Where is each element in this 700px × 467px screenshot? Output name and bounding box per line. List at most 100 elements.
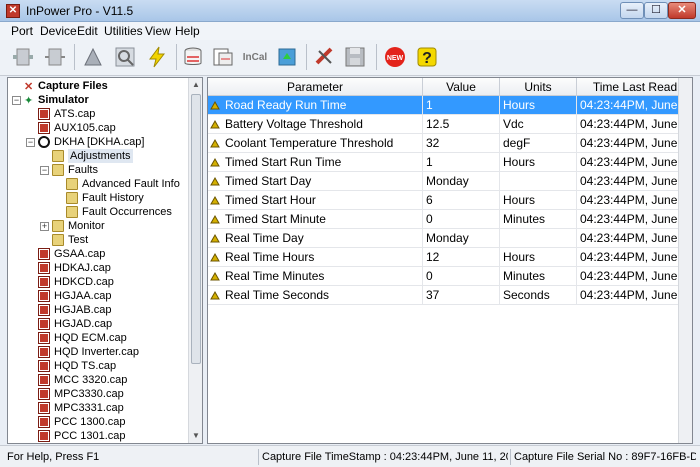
capture-file-icon xyxy=(38,332,50,344)
column-header-value[interactable]: Value xyxy=(423,78,500,96)
tree-item[interactable]: Fault History xyxy=(8,191,188,205)
toolbar-separator xyxy=(376,44,377,70)
disconnect-icon[interactable] xyxy=(40,42,70,72)
tree-item[interactable]: GSAA.cap xyxy=(8,247,188,261)
incal-button[interactable]: InCal xyxy=(240,42,270,72)
cell-value[interactable]: 12 xyxy=(423,248,500,267)
minimize-button[interactable]: — xyxy=(620,2,644,19)
column-header-units[interactable]: Units xyxy=(500,78,577,96)
cell-units: Hours xyxy=(500,96,577,115)
menu-help[interactable]: Help xyxy=(175,24,200,38)
folder-icon xyxy=(66,178,78,190)
collapse-icon[interactable]: − xyxy=(40,166,49,175)
tree-item[interactable]: − Faults xyxy=(8,163,188,177)
menu-utilities[interactable]: Utilities xyxy=(104,24,143,38)
tree-item[interactable]: Adjustments xyxy=(8,149,188,163)
app-icon: ✕ xyxy=(6,4,20,18)
capture-file-icon xyxy=(38,374,50,386)
table-row[interactable]: Real Time Hours12Hours04:23:44PM, June 1… xyxy=(208,248,692,267)
tree-item-label: AUX105.cap xyxy=(54,122,116,134)
new-icon[interactable]: NEW xyxy=(380,42,410,72)
tree-item[interactable]: MPC3331.cap xyxy=(8,401,188,415)
column-header-parameter[interactable]: Parameter xyxy=(208,78,423,96)
tree-item-label: ATS.cap xyxy=(54,108,96,120)
table-row[interactable]: Real Time Minutes 0 Minutes 04:23:44PM, Jun… xyxy=(208,267,692,286)
tree-scrollbar[interactable]: ▲ ▼ xyxy=(188,78,202,443)
cell-time: 04:23:44PM, June 11, 2008 xyxy=(577,229,692,248)
fault-icon[interactable] xyxy=(310,42,340,72)
maximize-button[interactable]: ☐ xyxy=(644,2,668,19)
tree-item[interactable]: HGJAB.cap xyxy=(8,303,188,317)
table-row[interactable]: Road Ready Run Time 1 Hours 04:23:44PM, Jun… xyxy=(208,96,692,115)
capture-file-icon xyxy=(38,402,50,414)
scroll-thumb[interactable] xyxy=(191,94,201,364)
tree-item[interactable]: HDKCD.cap xyxy=(8,275,188,289)
cell-value[interactable]: 0 xyxy=(423,267,500,286)
download-icon[interactable] xyxy=(272,42,302,72)
help-icon[interactable]: ? xyxy=(412,42,442,72)
scroll-up-arrow[interactable]: ▲ xyxy=(189,78,202,92)
table-row[interactable]: Timed Start DayMonday 04:23:44PM, June 11… xyxy=(208,172,692,191)
table-row[interactable]: Timed Start Run Time 1 Hours 04:23:44PM, Ju… xyxy=(208,153,692,172)
tree-item[interactable]: PCC 1300.cap xyxy=(8,415,188,429)
cell-parameter: Coolant Temperature Threshold xyxy=(222,134,423,153)
tree-item-label: Advanced Fault Info xyxy=(82,178,180,190)
table-row[interactable]: Timed Start Minute 0 Minutes 04:23:44PM, Ju… xyxy=(208,210,692,229)
connect-icon[interactable] xyxy=(8,42,38,72)
tree-item[interactable]: ATS.cap xyxy=(8,107,188,121)
cell-value[interactable]: Monday xyxy=(423,172,500,191)
cell-value[interactable]: 0 xyxy=(423,210,500,229)
cell-value[interactable]: Monday xyxy=(423,229,500,248)
table-row[interactable]: Battery Voltage Threshold 12.5 Vdc 04:23:44… xyxy=(208,115,692,134)
tree-item[interactable]: HGJAD.cap xyxy=(8,317,188,331)
save-icon[interactable] xyxy=(340,42,370,72)
menu-view[interactable]: View xyxy=(145,24,171,38)
menu-edit[interactable]: Edit xyxy=(77,24,98,38)
menu-port[interactable]: Port xyxy=(11,24,33,38)
table-row[interactable]: Real Time DayMonday 04:23:44PM, June 11, … xyxy=(208,229,692,248)
menu-device[interactable]: Device xyxy=(40,24,77,38)
help-label: ? xyxy=(422,50,432,67)
monitor-icon[interactable] xyxy=(178,42,208,72)
tree-item[interactable]: AUX105.cap xyxy=(8,121,188,135)
tree-item[interactable]: MPC3330.cap xyxy=(8,387,188,401)
expand-icon[interactable]: + xyxy=(40,222,49,231)
tree-item[interactable]: HQD Inverter.cap xyxy=(8,345,188,359)
collapse-icon[interactable]: − xyxy=(12,96,21,105)
table-row[interactable]: Real Time Seconds 37 Seconds 04:23:44PM, Ju… xyxy=(208,286,692,305)
grid-scrollbar[interactable] xyxy=(678,78,692,443)
cell-units: Vdc xyxy=(500,115,577,134)
tree-item[interactable]: Advanced Fault Info xyxy=(8,177,188,191)
tree-item[interactable]: HGJAA.cap xyxy=(8,289,188,303)
close-button[interactable]: ✕ xyxy=(668,2,696,19)
table-row[interactable]: Coolant Temperature Threshold 32 degF 04:23… xyxy=(208,134,692,153)
tree-item[interactable]: PCC 1301.cap xyxy=(8,429,188,443)
cell-value[interactable]: 32 xyxy=(423,134,500,153)
upload-icon[interactable] xyxy=(78,42,108,72)
cell-value[interactable]: 6 xyxy=(423,191,500,210)
cell-value[interactable]: 37 xyxy=(423,286,500,305)
tree-item[interactable]: − DKHA [DKHA.cap] xyxy=(8,135,188,149)
tree-item[interactable]: MCC 3320.cap xyxy=(8,373,188,387)
tree-item[interactable]: Fault Occurrences xyxy=(8,205,188,219)
capture-icon[interactable] xyxy=(208,42,238,72)
cell-parameter: Real Time Minutes xyxy=(222,267,423,286)
tree-item[interactable]: HQD TS.cap xyxy=(8,359,188,373)
search-icon[interactable] xyxy=(110,42,140,72)
cell-value[interactable]: 12.5 xyxy=(423,115,500,134)
toolbar-separator xyxy=(176,44,177,70)
scroll-down-arrow[interactable]: ▼ xyxy=(189,429,202,443)
collapse-icon[interactable]: − xyxy=(26,138,35,147)
tree-item[interactable]: Test xyxy=(8,233,188,247)
column-header-time[interactable]: Time Last Read xyxy=(577,78,692,96)
cell-time: 04:23:44PM, June 11, 2008 xyxy=(577,134,692,153)
status-timestamp: Capture File TimeStamp : 04:23:44PM, Jun… xyxy=(258,449,508,465)
cell-value[interactable]: 1 xyxy=(423,153,500,172)
status-serial: Capture File Serial No : 89F7-16FB-DAB0 xyxy=(510,449,696,465)
lightning-icon[interactable] xyxy=(142,42,172,72)
tree-item[interactable]: HQD ECM.cap xyxy=(8,331,188,345)
tree-item[interactable]: HDKAJ.cap xyxy=(8,261,188,275)
table-row[interactable]: Timed Start Hour6Hours04:23:44PM, June 1… xyxy=(208,191,692,210)
tree-item[interactable]: + Monitor xyxy=(8,219,188,233)
cell-value[interactable]: 1 xyxy=(423,96,500,115)
